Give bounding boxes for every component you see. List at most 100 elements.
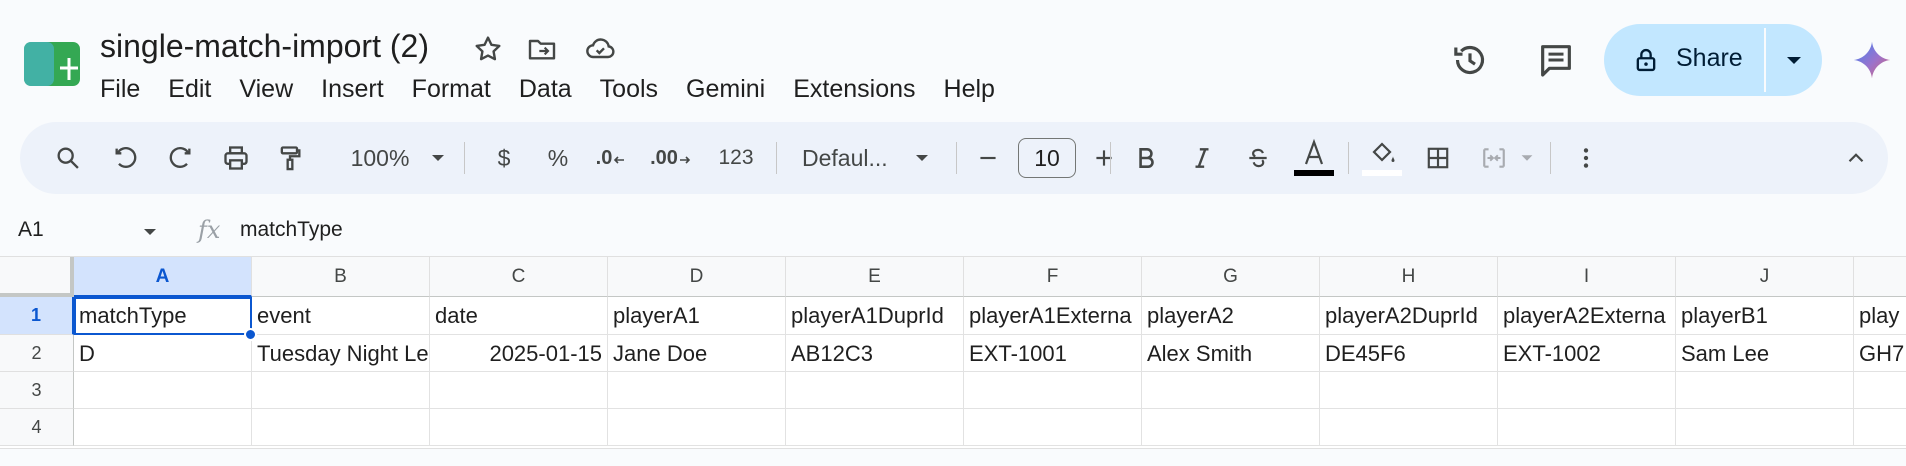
grid-cell[interactable] <box>1676 372 1854 409</box>
column-header[interactable]: F <box>964 257 1142 297</box>
grid-cell[interactable] <box>1498 372 1676 409</box>
menu-gemini[interactable]: Gemini <box>672 72 779 106</box>
column-header[interactable]: J <box>1676 257 1854 297</box>
grid-cell[interactable]: EXT-1001 <box>964 335 1142 372</box>
cloud-saved-icon[interactable] <box>584 33 616 65</box>
grid-cell[interactable] <box>74 409 252 446</box>
menu-file[interactable]: File <box>86 72 154 106</box>
font-family-select[interactable]: Defaul... <box>784 136 914 180</box>
sheets-logo-icon[interactable] <box>22 40 82 88</box>
menu-view[interactable]: View <box>225 72 307 106</box>
version-history-icon[interactable] <box>1450 40 1490 80</box>
grid-cell[interactable] <box>786 372 964 409</box>
zoom-dropdown[interactable] <box>420 136 456 180</box>
grid-cell[interactable] <box>1142 372 1320 409</box>
grid-cell[interactable] <box>786 409 964 446</box>
grid-cell[interactable]: AB12C3 <box>786 335 964 372</box>
paint-format-button[interactable] <box>270 136 310 180</box>
more-formats-button[interactable]: 123 <box>706 136 766 180</box>
grid-cell[interactable]: playerA1Externa <box>964 297 1142 335</box>
column-header[interactable]: B <box>252 257 430 297</box>
decrease-font-size-button[interactable] <box>968 136 1008 180</box>
row-header[interactable]: 1 <box>0 297 74 335</box>
grid-cell[interactable] <box>252 372 430 409</box>
bold-button[interactable] <box>1126 136 1166 180</box>
redo-button[interactable] <box>160 136 200 180</box>
grid-cell[interactable]: date <box>430 297 608 335</box>
row-header[interactable]: 4 <box>0 409 74 446</box>
name-box[interactable]: A1 <box>18 218 44 242</box>
more-options-button[interactable] <box>1566 136 1606 180</box>
grid-cell[interactable]: playerA2 <box>1142 297 1320 335</box>
decrease-decimal-button[interactable]: .0 <box>586 136 636 180</box>
grid-cell[interactable]: Tuesday Night Le <box>252 335 430 372</box>
grid-cell[interactable]: playerA1DuprId <box>786 297 964 335</box>
grid-cell[interactable]: matchType <box>74 297 252 335</box>
search-menus-button[interactable] <box>48 136 88 180</box>
increase-decimal-button[interactable]: .00 <box>642 136 700 180</box>
grid-cell[interactable]: DE45F6 <box>1320 335 1498 372</box>
column-header[interactable]: H <box>1320 257 1498 297</box>
grid-cell[interactable] <box>1142 409 1320 446</box>
grid-cell[interactable] <box>1854 409 1906 446</box>
column-header[interactable]: I <box>1498 257 1676 297</box>
comments-icon[interactable] <box>1536 40 1576 80</box>
strikethrough-button[interactable] <box>1238 136 1278 180</box>
column-header[interactable]: D <box>608 257 786 297</box>
grid-cell[interactable]: playerA1 <box>608 297 786 335</box>
increase-font-size-button[interactable] <box>1084 136 1124 180</box>
grid-cell[interactable]: D <box>74 335 252 372</box>
column-header[interactable]: G <box>1142 257 1320 297</box>
grid-cell[interactable]: playerB1 <box>1676 297 1854 335</box>
column-header[interactable] <box>1854 257 1906 297</box>
borders-button[interactable] <box>1418 136 1458 180</box>
merge-cells-dropdown[interactable] <box>1514 136 1540 180</box>
grid-cell[interactable]: EXT-1002 <box>1498 335 1676 372</box>
format-currency-button[interactable]: $ <box>482 136 526 180</box>
grid-cell[interactable]: Sam Lee <box>1676 335 1854 372</box>
text-color-button[interactable] <box>1292 136 1336 180</box>
column-header[interactable]: E <box>786 257 964 297</box>
grid-cell[interactable] <box>608 409 786 446</box>
menu-format[interactable]: Format <box>398 72 505 106</box>
star-icon[interactable] <box>472 33 504 65</box>
move-to-folder-icon[interactable] <box>526 33 558 65</box>
menu-insert[interactable]: Insert <box>307 72 398 106</box>
grid-cell[interactable] <box>74 372 252 409</box>
column-header[interactable]: A <box>74 257 252 297</box>
print-button[interactable] <box>216 136 256 180</box>
row-header[interactable]: 3 <box>0 372 74 409</box>
menu-extensions[interactable]: Extensions <box>779 72 929 106</box>
merge-cells-button[interactable] <box>1474 136 1514 180</box>
grid-cell[interactable] <box>964 372 1142 409</box>
grid-cell[interactable] <box>964 409 1142 446</box>
font-family-dropdown[interactable] <box>904 136 940 180</box>
grid-cell[interactable]: Jane Doe <box>608 335 786 372</box>
gemini-icon[interactable] <box>1852 40 1892 80</box>
grid-cell[interactable]: play <box>1854 297 1906 335</box>
grid-cell[interactable] <box>1498 409 1676 446</box>
grid-cell[interactable]: Alex Smith <box>1142 335 1320 372</box>
grid-cell[interactable] <box>1676 409 1854 446</box>
menu-data[interactable]: Data <box>505 72 586 106</box>
format-percent-button[interactable]: % <box>536 136 580 180</box>
collapse-toolbar-button[interactable] <box>1836 136 1876 180</box>
fill-color-button[interactable] <box>1360 136 1404 180</box>
column-header[interactable]: C <box>430 257 608 297</box>
grid-cell[interactable]: playerA2Externa <box>1498 297 1676 335</box>
grid-cell[interactable] <box>252 409 430 446</box>
undo-button[interactable] <box>106 136 146 180</box>
font-size-input[interactable]: 10 <box>1018 138 1076 178</box>
grid-cell[interactable] <box>1854 372 1906 409</box>
grid-cell[interactable] <box>430 409 608 446</box>
fill-handle[interactable] <box>244 328 257 341</box>
share-dropdown-icon[interactable] <box>1766 24 1822 96</box>
grid-cell[interactable]: playerA2DuprId <box>1320 297 1498 335</box>
grid-cell[interactable]: 2025-01-15 <box>430 335 608 372</box>
grid-cell[interactable] <box>430 372 608 409</box>
select-all-corner[interactable] <box>0 257 74 297</box>
grid-cell[interactable]: event <box>252 297 430 335</box>
formula-input[interactable]: matchType <box>240 218 343 242</box>
grid-cell[interactable] <box>608 372 786 409</box>
chevron-down-icon[interactable] <box>140 222 160 242</box>
